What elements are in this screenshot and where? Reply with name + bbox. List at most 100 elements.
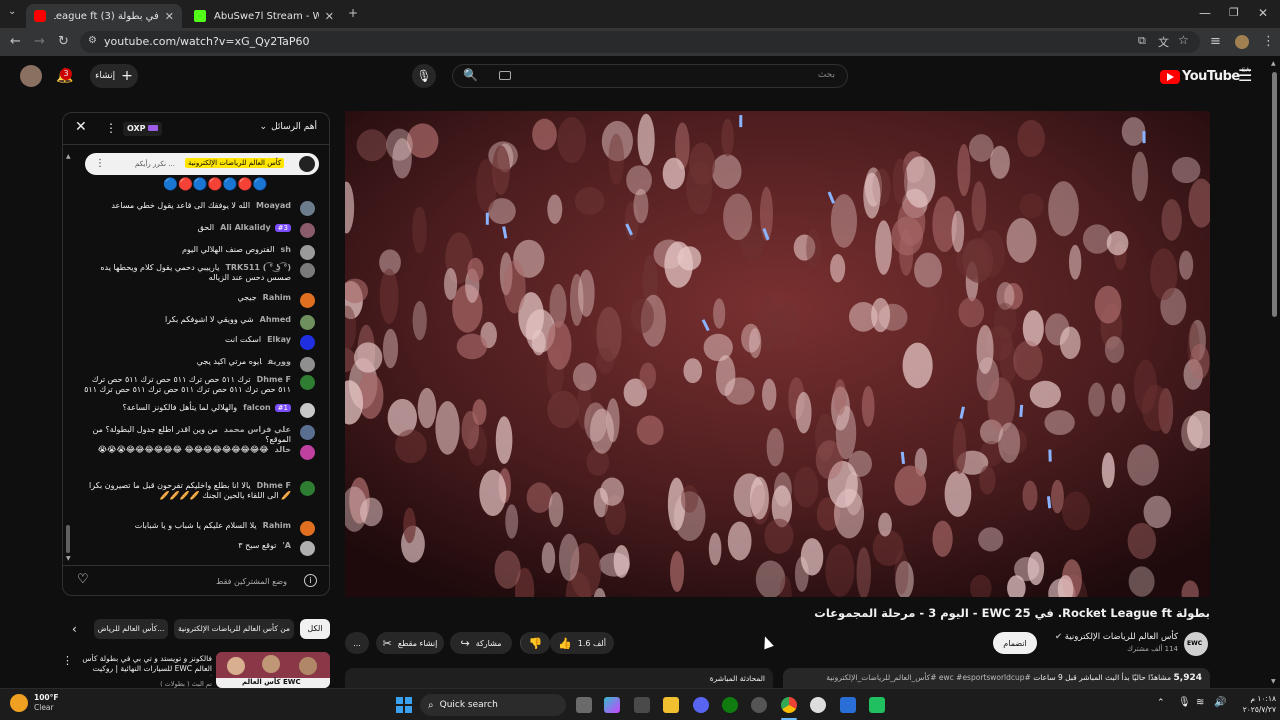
chat-author-name[interactable]: علي فراس محمد bbox=[224, 425, 291, 434]
wifi-icon[interactable]: ≋ bbox=[1196, 697, 1204, 708]
reload-icon[interactable]: ↻ bbox=[58, 34, 69, 49]
tray-chevron-up-icon[interactable]: ⌃ bbox=[1157, 698, 1165, 708]
chat-author-avatar[interactable] bbox=[300, 315, 315, 330]
search-icon[interactable]: 🔍 bbox=[463, 68, 478, 82]
chat-author-avatar[interactable] bbox=[300, 357, 315, 372]
keyboard-icon[interactable] bbox=[499, 71, 511, 80]
bookmark-star-icon[interactable]: ☆ bbox=[1178, 33, 1189, 47]
page-scrollbar-thumb[interactable] bbox=[1272, 72, 1277, 317]
chat-author-name[interactable]: A' bbox=[282, 541, 291, 550]
browser-menu-icon[interactable]: ⋮ bbox=[1262, 34, 1275, 49]
tab-kick-stream[interactable]: AbuSwe7l Stream - Watch Live ✕ bbox=[186, 4, 342, 28]
close-tab-icon[interactable]: ✕ bbox=[325, 10, 334, 23]
dislike-button[interactable]: 👎 bbox=[520, 632, 550, 654]
chat-author-name[interactable]: Elkay bbox=[267, 335, 291, 344]
oxp-badge[interactable]: OXP bbox=[123, 122, 163, 136]
chat-author-name[interactable]: Dhme F bbox=[257, 481, 291, 490]
microphone-tray-icon[interactable]: 🎙 bbox=[1178, 697, 1191, 708]
speaker-icon[interactable]: 🔊 bbox=[1214, 697, 1226, 708]
reading-list-icon[interactable]: ≡ bbox=[1210, 34, 1221, 49]
site-info-icon[interactable]: ⚙ bbox=[88, 35, 97, 46]
chat-author-avatar[interactable] bbox=[300, 445, 315, 460]
taskbar-search-box[interactable]: ⌕ Quick search bbox=[420, 694, 566, 716]
install-app-icon[interactable]: ⧉ bbox=[1138, 34, 1146, 48]
chat-author-name[interactable]: Dhme F bbox=[257, 375, 291, 384]
tab-youtube[interactable]: في بطولة Rocket League ft (3) ✕ bbox=[26, 4, 182, 28]
translate-icon[interactable]: 文 bbox=[1158, 34, 1169, 50]
chat-author-avatar[interactable] bbox=[300, 541, 315, 556]
close-chat-icon[interactable]: ✕ bbox=[75, 119, 87, 135]
clip-button[interactable]: ✂ إنشاء مقطع bbox=[376, 632, 444, 654]
new-tab-button[interactable]: + bbox=[348, 6, 358, 20]
discord-icon[interactable] bbox=[693, 697, 709, 713]
info-icon[interactable]: i bbox=[304, 574, 317, 587]
chat-more-icon[interactable]: ⋮ bbox=[105, 121, 117, 135]
forward-icon[interactable]: → bbox=[34, 34, 45, 49]
account-avatar[interactable] bbox=[20, 65, 42, 87]
chat-author-avatar[interactable] bbox=[300, 375, 315, 390]
heart-reaction-icon[interactable]: ♡ bbox=[77, 572, 89, 587]
video-player[interactable] bbox=[345, 111, 1210, 597]
store-icon[interactable] bbox=[634, 697, 650, 713]
chat-author-avatar[interactable] bbox=[300, 425, 315, 440]
chat-author-name[interactable]: Rahim bbox=[263, 293, 291, 302]
settings-gear-icon[interactable] bbox=[810, 697, 826, 713]
task-view-icon[interactable] bbox=[576, 697, 592, 713]
back-icon[interactable]: ← bbox=[10, 34, 21, 49]
description-box[interactable]: 5,924 مشاهدًا حاليًا بدأ البث المباشر قب… bbox=[783, 668, 1210, 690]
chat-author-name[interactable]: Ali Alkalidy bbox=[220, 223, 271, 232]
chat-author-name[interactable]: خالد bbox=[275, 445, 291, 454]
security-shield-icon[interactable] bbox=[840, 697, 856, 713]
chat-scrollbar[interactable]: ▲ ▼ bbox=[66, 151, 71, 562]
close-tab-icon[interactable]: ✕ bbox=[165, 10, 174, 23]
chip-all[interactable]: الكل bbox=[300, 619, 330, 639]
file-explorer-icon[interactable] bbox=[663, 697, 679, 713]
channel-name[interactable]: كأس العالم للرياضات الإلكترونية ✔ bbox=[1040, 632, 1178, 642]
chat-author-avatar[interactable] bbox=[300, 335, 315, 350]
chat-author-name[interactable]: Ahmed bbox=[260, 315, 291, 324]
chat-author-avatar[interactable] bbox=[300, 481, 315, 496]
chat-author-avatar[interactable] bbox=[300, 201, 315, 216]
channel-avatar[interactable]: EWC bbox=[1184, 632, 1208, 656]
recommended-thumbnail[interactable]: كأس العالم EWC bbox=[216, 652, 330, 688]
chip-from-channel[interactable]: من كأس العالم للرياضات الإلكترونية bbox=[174, 619, 294, 639]
pinned-message-banner[interactable]: ⋮ نكرر رأيكم ... كأس العالم للرياضات الإ… bbox=[85, 153, 319, 175]
minimize-icon[interactable]: — bbox=[1199, 6, 1211, 20]
recommended-more-icon[interactable]: ⋮ bbox=[62, 654, 73, 667]
more-actions-button[interactable]: ... bbox=[345, 632, 369, 654]
guide-menu-icon[interactable]: ☰ bbox=[1238, 66, 1252, 85]
scrollbar-thumb[interactable] bbox=[66, 525, 70, 553]
clock[interactable]: ١٠:١٨ م ٢٠٢٥/٧/٢٧ bbox=[1232, 693, 1276, 715]
chat-author-name[interactable]: Rahim bbox=[263, 521, 291, 530]
share-button[interactable]: ↪ مشاركة bbox=[450, 632, 512, 654]
chevron-left-icon[interactable]: ‹ bbox=[72, 622, 77, 636]
app-green-icon[interactable] bbox=[869, 697, 885, 713]
chat-author-avatar[interactable] bbox=[300, 403, 315, 418]
restore-icon[interactable]: ❐ bbox=[1229, 6, 1239, 19]
chat-author-avatar[interactable] bbox=[300, 263, 315, 278]
page-scrollbar[interactable]: ▲ ▼ bbox=[1270, 60, 1278, 688]
tab-search-icon[interactable]: ⌄ bbox=[8, 6, 16, 17]
live-chat-replay-box[interactable]: المحادثة المباشرة bbox=[345, 668, 773, 690]
recommended-title[interactable]: فالكونز و تويستد و تي بي في بطولة كأس ال… bbox=[82, 654, 212, 676]
pinned-more-icon[interactable]: ⋮ bbox=[95, 158, 105, 169]
like-button[interactable]: 👍 1.6 ألف bbox=[550, 632, 614, 654]
chip-ewc[interactable]: كأس العالم للرياض... bbox=[94, 619, 168, 639]
voice-search-icon[interactable]: 🎙 bbox=[412, 64, 436, 88]
chat-author-avatar[interactable] bbox=[300, 245, 315, 260]
close-window-icon[interactable]: ✕ bbox=[1258, 6, 1268, 20]
weather-widget[interactable]: 100°F Clear bbox=[10, 693, 59, 713]
copilot-icon[interactable] bbox=[604, 697, 620, 713]
url-text[interactable]: youtube.com/watch?v=xG_Qy2TaP60 bbox=[104, 35, 310, 48]
start-windows-icon[interactable] bbox=[396, 697, 412, 713]
search-box[interactable]: 🔍 بحث bbox=[452, 64, 848, 88]
profile-avatar[interactable] bbox=[1235, 35, 1249, 49]
chat-author-avatar[interactable] bbox=[300, 521, 315, 536]
chat-author-name[interactable]: sh bbox=[281, 245, 291, 254]
create-button[interactable]: إنشاء + bbox=[90, 64, 138, 88]
chat-author-avatar[interactable] bbox=[300, 223, 315, 238]
omnibox[interactable]: ⚙ youtube.com/watch?v=xG_Qy2TaP60 ⧉ 文 ☆ bbox=[80, 31, 1200, 53]
chat-author-name[interactable]: ووريف bbox=[268, 357, 291, 366]
chat-mode-dropdown[interactable]: ⌄ أهم الرسائل bbox=[260, 122, 317, 132]
xbox-icon[interactable] bbox=[722, 697, 738, 713]
